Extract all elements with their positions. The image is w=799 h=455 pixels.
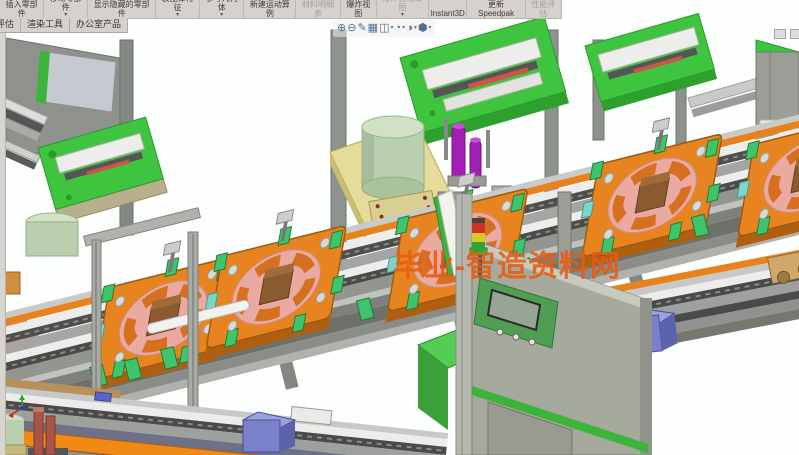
command-button-5[interactable]: 新建运动算例 <box>244 0 296 18</box>
panel-icon-2[interactable] <box>790 29 799 39</box>
command-button-6[interactable]: 材料明细表 <box>296 0 340 18</box>
command-button-4[interactable]: 参考几何体▾ <box>200 0 244 18</box>
tab-0[interactable]: 评估 <box>0 18 21 32</box>
solidworks-window: 插入零部件移动零部件▾显示隐藏的零部件装配体特征▾参考几何体▾新建运动算例材料明… <box>0 0 799 455</box>
command-button-label: 参考几何体 <box>202 0 241 12</box>
edit-appearance-icon: ◑ <box>406 23 413 34</box>
zoom-to-fit-icon[interactable]: ⊕ <box>337 23 346 34</box>
panel-icon-1[interactable] <box>774 29 786 39</box>
view-orientation-icon: ▦ <box>368 23 378 34</box>
section-view-icon: ✎ <box>357 23 366 34</box>
zoom-to-fit-icon: ⊕ <box>337 23 346 34</box>
hide-show-items-icon[interactable]: ◔▾ <box>394 23 405 34</box>
dropdown-caret-icon[interactable]: ▾ <box>176 12 179 18</box>
dropdown-caret-icon[interactable]: ▾ <box>401 12 404 18</box>
command-button-10[interactable]: 更新 Speedpak <box>467 0 525 18</box>
command-button-label: 插入零部件 <box>2 1 41 18</box>
dropdown-caret-icon[interactable]: ▾ <box>428 23 431 34</box>
hide-show-items-icon: ◔ <box>394 23 401 34</box>
edit-appearance-icon[interactable]: ◑▾ <box>406 23 417 34</box>
tab-2[interactable]: 办公室产品 <box>70 18 128 32</box>
zoom-to-area-icon[interactable]: ⊖ <box>347 23 356 34</box>
command-button-label: 爆炸视图 <box>343 1 374 18</box>
dropdown-caret-icon[interactable]: ▾ <box>220 12 223 18</box>
blue-box-left <box>243 412 295 452</box>
command-manager-tabs: 评估渲染工具办公室产品 <box>0 18 128 33</box>
command-manager-toolbar: 插入零部件移动零部件▾显示隐藏的零部件装配体特征▾参考几何体▾新建运动算例材料明… <box>0 0 562 19</box>
command-button-label: 装配体特征 <box>158 0 197 12</box>
heads-up-view-toolbar: ⊕⊖✎▦◫▾◔▾◑▾⬢▾ <box>333 20 435 37</box>
command-button-label: 材料明细表 <box>298 1 337 18</box>
command-button-0[interactable]: 插入零部件 <box>0 0 44 18</box>
command-button-label: 爆炸直线草图 <box>379 0 426 12</box>
command-button-label: 移动零部件 <box>46 0 85 12</box>
command-button-label: 显示隐藏的零部件 <box>90 1 153 18</box>
command-button-label: Instant3D <box>431 10 465 19</box>
command-button-2[interactable]: 显示隐藏的零部件 <box>88 0 156 18</box>
zoom-to-area-icon: ⊖ <box>347 23 356 34</box>
command-button-3[interactable]: 装配体特征▾ <box>156 0 200 18</box>
command-button-11[interactable]: 性能评估 <box>526 0 562 18</box>
viewport-corner-icons <box>774 29 799 39</box>
dropdown-caret-icon[interactable]: ▾ <box>402 23 405 34</box>
command-button-label: 新建运动算例 <box>246 1 293 18</box>
section-view-icon[interactable]: ✎ <box>357 23 366 34</box>
dropdown-caret-icon[interactable]: ▾ <box>390 23 393 34</box>
apply-scene-icon[interactable]: ⬢▾ <box>418 23 432 34</box>
command-button-7[interactable]: 爆炸视图 <box>341 0 377 18</box>
view-orientation-icon[interactable]: ▦ <box>368 23 378 34</box>
command-button-8[interactable]: 爆炸直线草图▾ <box>377 0 429 18</box>
apply-scene-icon: ⬢ <box>418 23 428 34</box>
feature-panel-edge[interactable] <box>0 32 6 455</box>
display-style-icon[interactable]: ◫▾ <box>379 23 393 34</box>
command-button-9[interactable]: Instant3D <box>429 0 468 18</box>
pale-green-tank <box>362 116 424 199</box>
display-style-icon: ◫ <box>379 23 389 34</box>
3d-viewport[interactable] <box>0 0 799 455</box>
command-button-label: 更新 Speedpak <box>469 1 522 18</box>
tab-1[interactable]: 渲染工具 <box>21 18 70 32</box>
command-button-1[interactable]: 移动零部件▾ <box>44 0 88 18</box>
dropdown-caret-icon[interactable]: ▾ <box>414 23 417 34</box>
command-button-label: 性能评估 <box>528 1 559 18</box>
